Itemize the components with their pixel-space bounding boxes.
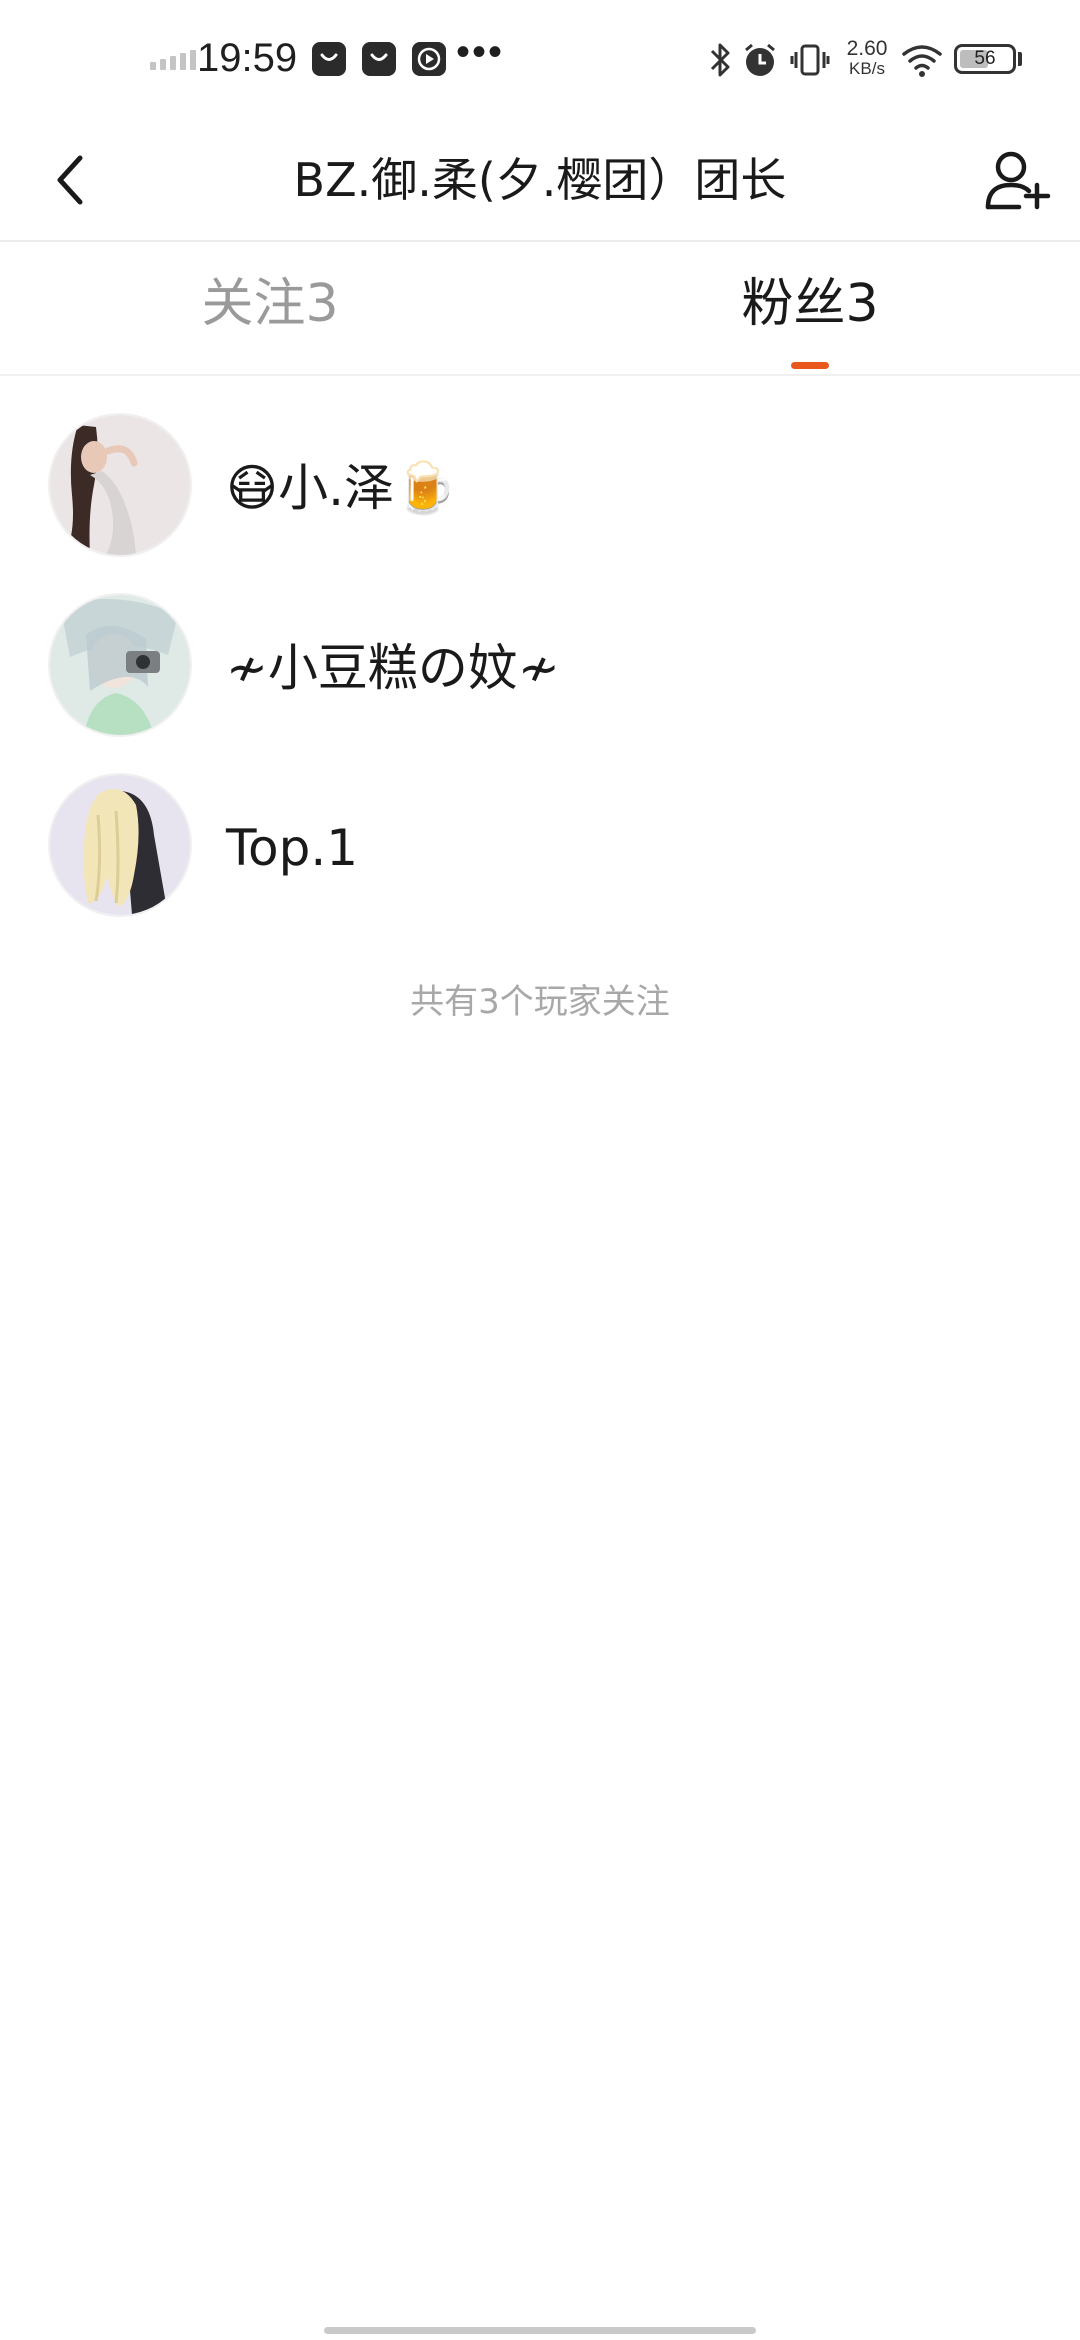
active-tab-indicator	[791, 362, 829, 369]
status-time: 19:59	[197, 36, 298, 80]
user-name: ≁小豆糕の妏≁	[226, 639, 560, 697]
follower-count-note: 共有3个玩家关注	[410, 982, 670, 1022]
wifi-icon	[902, 45, 942, 77]
network-speed-unit: KB/s	[849, 59, 885, 78]
list-item[interactable]: 😷小.泽🍺	[0, 376, 1080, 557]
user-name: 😷小.泽🍺	[226, 459, 457, 517]
tab-fans-label: 粉丝3	[741, 274, 879, 334]
tab-following-label: 关注3	[201, 274, 339, 334]
battery-cap	[1018, 52, 1022, 66]
tab-following[interactable]: 关注3	[0, 242, 540, 374]
play-icon	[412, 42, 446, 76]
tab-fans[interactable]: 粉丝3	[540, 242, 1080, 374]
alarm-icon	[745, 43, 775, 76]
network-speed-value: 2.60	[846, 37, 888, 60]
user-name: Top.1	[226, 819, 359, 877]
status-bar: 19:59 ••• 2.60 KB/s 56	[0, 0, 1080, 120]
list-item[interactable]: Top.1	[0, 736, 1080, 917]
page-title: BZ.御.柔(夕.樱团）团长	[293, 153, 787, 207]
avatar[interactable]	[48, 413, 192, 557]
avatar[interactable]	[48, 773, 192, 917]
bluetooth-icon	[710, 43, 730, 77]
add-friend-button[interactable]	[976, 138, 1060, 222]
notification-bag-icon	[362, 42, 396, 76]
avatar[interactable]	[48, 593, 192, 737]
title-bar: BZ.御.柔(夕.樱团）团长	[0, 120, 1080, 242]
battery-icon: 56	[954, 44, 1016, 74]
home-indicator[interactable]	[324, 2327, 756, 2334]
more-notifications-icon: •••	[456, 30, 505, 74]
vibrate-icon	[790, 44, 830, 76]
network-speed: 2.60 KB/s	[838, 38, 896, 78]
tab-bar: 关注3 粉丝3	[0, 242, 1080, 376]
follower-list: 😷小.泽🍺 ≁小豆糕の妏≁ Top.1	[0, 376, 1080, 917]
battery-level: 56	[974, 48, 996, 69]
notification-bag-icon	[312, 42, 346, 76]
list-item[interactable]: ≁小豆糕の妏≁	[0, 556, 1080, 737]
signal-icon	[150, 50, 196, 70]
back-button[interactable]	[30, 140, 110, 220]
add-user-icon	[985, 151, 1051, 210]
chevron-left-icon	[57, 155, 83, 205]
